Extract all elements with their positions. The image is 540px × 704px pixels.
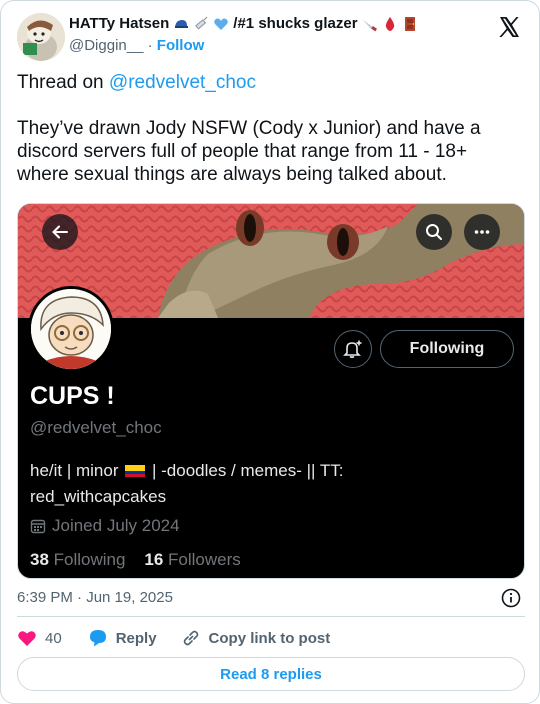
author-handle-row: @Diggin__ · Follow xyxy=(69,37,204,54)
cap-emoji-icon xyxy=(175,19,189,28)
knife-emoji-icon xyxy=(362,19,377,31)
author-handle[interactable]: @Diggin__ xyxy=(69,37,143,54)
author-name-row[interactable]: HATTy Hatsen /#1 shucks glazer xyxy=(69,15,418,32)
flag-emoji-icon xyxy=(125,465,146,477)
x-logo-icon[interactable] xyxy=(497,15,521,39)
more-options-button[interactable] xyxy=(464,214,500,250)
following-stat[interactable]: 38 Following xyxy=(30,550,125,569)
author-avatar[interactable] xyxy=(17,13,65,61)
profile-avatar[interactable] xyxy=(28,286,114,372)
reply-bubble-icon xyxy=(89,630,106,647)
profile-bio-part2: | -doodles / memes- || TT: xyxy=(151,461,344,480)
tweet-timestamp[interactable]: 6:39 PM · Jun 19, 2025 xyxy=(17,589,173,606)
arrow-left-icon xyxy=(52,225,68,239)
copy-link-button[interactable]: Copy link to post xyxy=(181,628,331,648)
profile-bio-part3: red_withcapcakes xyxy=(30,487,167,506)
author-display-name[interactable]: HATTy Hatsen xyxy=(69,15,169,32)
copy-link-label: Copy link to post xyxy=(208,629,331,647)
read-replies-button[interactable]: Read 8 replies xyxy=(17,657,525,691)
tweet-body: They’ve drawn Jody NSFW (Cody x Junior) … xyxy=(17,118,481,185)
divider xyxy=(17,616,525,617)
embedded-profile-screenshot[interactable]: Following CUPS ! @redvelvet_choc he/it |… xyxy=(17,203,525,579)
profile-bio-part1: he/it | minor xyxy=(30,461,119,480)
followers-count: 16 xyxy=(144,550,164,569)
back-arrow-button[interactable] xyxy=(42,214,78,250)
following-button[interactable]: Following xyxy=(380,330,514,368)
profile-name: CUPS ! xyxy=(30,382,115,410)
tweet-actions: 40 Reply Copy link to post xyxy=(17,627,330,649)
tweet-text: Thread on @redvelvet_choc They’ve drawn … xyxy=(17,71,522,186)
search-button[interactable] xyxy=(416,214,452,250)
like-count: 40 xyxy=(45,629,62,647)
following-count: 38 xyxy=(30,550,49,569)
bell-plus-icon xyxy=(343,340,362,359)
link-icon xyxy=(183,630,198,646)
followers-stat[interactable]: 16 Followers xyxy=(144,550,240,569)
followers-label: Followers xyxy=(168,550,241,569)
author-name-suffix: /#1 shucks glazer xyxy=(233,15,358,32)
like-button[interactable]: 40 xyxy=(17,628,88,648)
reply-button[interactable]: Reply xyxy=(88,628,181,648)
follow-link[interactable]: Follow xyxy=(157,37,205,54)
blood-drop-emoji-icon xyxy=(385,16,394,31)
profile-stats: 38 Following 16 Followers xyxy=(30,550,241,570)
heart-icon xyxy=(18,631,36,646)
separator-dot: · xyxy=(147,37,153,54)
blue-heart-emoji-icon xyxy=(214,18,229,30)
profile-bio: he/it | minor | -doodles / memes- || TT:… xyxy=(30,458,500,510)
syringe-emoji-icon xyxy=(195,16,208,29)
info-icon[interactable] xyxy=(501,588,521,608)
calendar-icon xyxy=(30,519,46,534)
following-label: Following xyxy=(53,550,126,569)
more-dots-icon xyxy=(474,230,490,234)
mention-link[interactable]: @redvelvet_choc xyxy=(109,72,256,93)
notify-bell-button[interactable] xyxy=(334,330,372,368)
tweet-card: HATTy Hatsen /#1 shucks glazer @Diggin__… xyxy=(0,0,540,704)
reply-label: Reply xyxy=(115,629,157,647)
search-icon xyxy=(426,224,442,240)
tweet-line1-prefix: Thread on xyxy=(17,72,109,93)
profile-joined: Joined July 2024 xyxy=(30,516,180,536)
profile-handle: @redvelvet_choc xyxy=(30,418,162,437)
door-emoji-icon xyxy=(404,16,415,31)
profile-joined-text: Joined July 2024 xyxy=(52,516,180,535)
